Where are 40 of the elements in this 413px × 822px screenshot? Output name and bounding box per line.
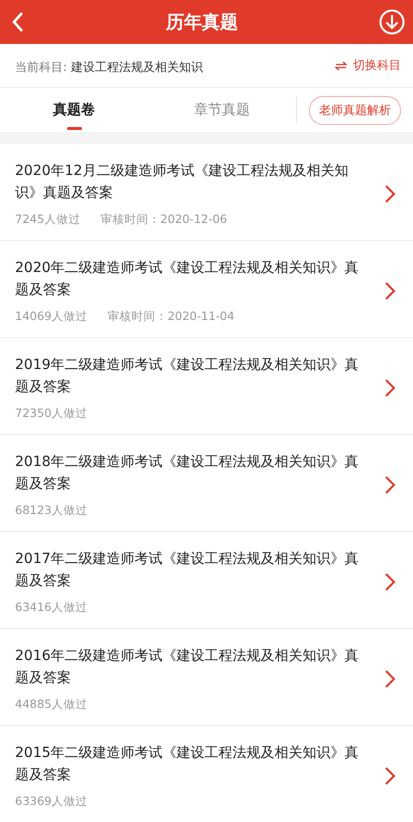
paper-item[interactable]: 2015年二级建造师考试《建设工程法规及相关知识》真题及答案 63369人做过 bbox=[0, 726, 413, 822]
paper-item[interactable]: 2020年二级建造师考试《建设工程法规及相关知识》真题及答案 14069人做过 审核时间：2020-11-04 bbox=[0, 241, 413, 338]
swap-icon[interactable] bbox=[335, 60, 347, 70]
attempt-count: 14069人做过 bbox=[15, 309, 88, 324]
paper-title: 2016年二级建造师考试《建设工程法规及相关知识》真题及答案 bbox=[15, 647, 360, 688]
attempt-count: 63369人做过 bbox=[15, 794, 88, 809]
teacher-analysis-button[interactable]: 老师真题解析 bbox=[309, 96, 401, 124]
chevron-right-icon bbox=[384, 572, 396, 592]
subject-name: 建设工程法规及相关知识 bbox=[71, 60, 204, 74]
attempt-count: 68123人做过 bbox=[15, 503, 88, 518]
chevron-right-icon bbox=[384, 184, 396, 204]
review-date: 审核时间：2020-12-06 bbox=[100, 212, 228, 227]
chevron-right-icon bbox=[384, 474, 396, 494]
switch-subject-link[interactable]: 切换科目 bbox=[335, 57, 401, 74]
paper-item[interactable]: 2016年二级建造师考试《建设工程法规及相关知识》真题及答案 44885人做过 bbox=[0, 629, 413, 726]
paper-item[interactable]: 2018年二级建造师考试《建设工程法规及相关知识》真题及答案 68123人做过 bbox=[0, 435, 413, 532]
back-icon[interactable] bbox=[11, 11, 25, 33]
attempt-count: 72350人做过 bbox=[15, 406, 88, 421]
review-date: 审核时间：2020-11-04 bbox=[108, 309, 234, 324]
paper-title: 2020年12月二级建造师考试《建设工程法规及相关知识》真题及答案 bbox=[15, 162, 350, 203]
chevron-right-icon bbox=[384, 280, 396, 300]
attempt-count: 44885人做过 bbox=[15, 697, 88, 712]
paper-title: 2020年二级建造师考试《建设工程法规及相关知识》真题及答案 bbox=[15, 259, 360, 300]
paper-item[interactable]: 2020年12月二级建造师考试《建设工程法规及相关知识》真题及答案 7245人做过 审核时间：2020-12-06 bbox=[0, 144, 413, 241]
paper-title: 2017年二级建造师考试《建设工程法规及相关知识》真题及答案 bbox=[15, 550, 360, 591]
attempt-count: 63416人做过 bbox=[15, 600, 88, 615]
attempt-count: 7245人做过 bbox=[15, 212, 80, 227]
tab[interactable]: 真题卷 bbox=[0, 88, 148, 132]
paper-item[interactable]: 2017年二级建造师考试《建设工程法规及相关知识》真题及答案 63416人做过 bbox=[0, 532, 413, 629]
paper-item[interactable]: 2019年二级建造师考试《建设工程法规及相关知识》真题及答案 72350人做过 bbox=[0, 338, 413, 435]
download-icon[interactable] bbox=[379, 9, 405, 35]
paper-title: 2019年二级建造师考试《建设工程法规及相关知识》真题及答案 bbox=[15, 356, 360, 397]
chevron-right-icon bbox=[384, 378, 396, 398]
tab[interactable]: 章节真题 bbox=[148, 88, 296, 132]
page-title: 历年真题 bbox=[166, 11, 238, 34]
paper-title: 2015年二级建造师考试《建设工程法规及相关知识》真题及答案 bbox=[15, 744, 360, 785]
subject-label: 当前科目: bbox=[15, 60, 68, 74]
chevron-right-icon bbox=[384, 668, 396, 688]
chevron-right-icon bbox=[384, 766, 396, 786]
paper-title: 2018年二级建造师考试《建设工程法规及相关知识》真题及答案 bbox=[15, 453, 360, 494]
